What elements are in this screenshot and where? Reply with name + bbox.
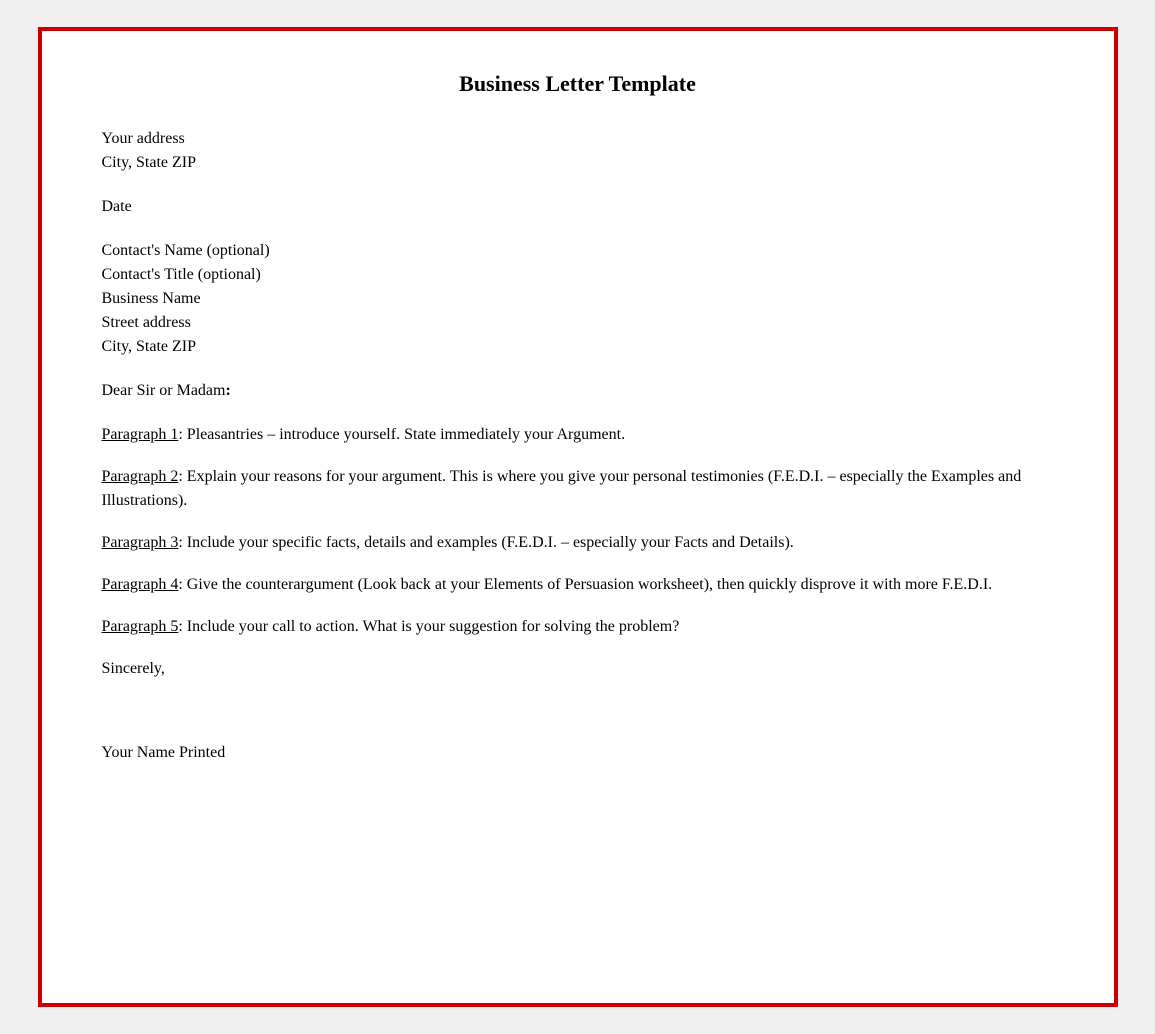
recipient-line5: City, State ZIP bbox=[102, 335, 1054, 359]
paragraph-5-label: Paragraph 5 bbox=[102, 618, 179, 635]
paragraph-5-block: Paragraph 5: Include your call to action… bbox=[102, 615, 1054, 639]
paragraph-2-text: : Explain your reasons for your argument… bbox=[102, 468, 1022, 509]
recipient-line1: Contact's Name (optional) bbox=[102, 239, 1054, 263]
paragraph-5-text: : Include your call to action. What is y… bbox=[178, 618, 679, 635]
closing-text: Sincerely, bbox=[102, 660, 165, 677]
recipient-line3: Business Name bbox=[102, 287, 1054, 311]
paragraph-3-block: Paragraph 3: Include your specific facts… bbox=[102, 531, 1054, 555]
letter-body: Your address City, State ZIP Date Contac… bbox=[102, 127, 1054, 765]
salutation-text: Dear Sir or Madam bbox=[102, 382, 226, 399]
paragraph-1-block: Paragraph 1: Pleasantries – introduce yo… bbox=[102, 423, 1054, 447]
address-line1: Your address bbox=[102, 127, 1054, 151]
date-block: Date bbox=[102, 195, 1054, 219]
paragraph-1-text: : Pleasantries – introduce yourself. Sta… bbox=[178, 426, 625, 443]
paragraph-3-label: Paragraph 3 bbox=[102, 534, 179, 551]
recipient-line4: Street address bbox=[102, 311, 1054, 335]
paragraph-2-block: Paragraph 2: Explain your reasons for yo… bbox=[102, 465, 1054, 513]
paragraph-4-label: Paragraph 4 bbox=[102, 576, 179, 593]
paragraph-4-block: Paragraph 4: Give the counterargument (L… bbox=[102, 573, 1054, 597]
letter-container: Business Letter Template Your address Ci… bbox=[38, 27, 1118, 1007]
address-line2: City, State ZIP bbox=[102, 151, 1054, 175]
signature-text: Your Name Printed bbox=[102, 744, 226, 761]
address-block: Your address City, State ZIP bbox=[102, 127, 1054, 175]
salutation-colon: : bbox=[225, 382, 230, 399]
signature-block: Your Name Printed bbox=[102, 741, 1054, 765]
closing-block: Sincerely, bbox=[102, 657, 1054, 681]
paragraph-3-text: : Include your specific facts, details a… bbox=[178, 534, 793, 551]
letter-title: Business Letter Template bbox=[102, 71, 1054, 97]
paragraph-1-label: Paragraph 1 bbox=[102, 426, 179, 443]
recipient-block: Contact's Name (optional) Contact's Titl… bbox=[102, 239, 1054, 359]
date-label: Date bbox=[102, 198, 132, 215]
paragraph-4-text: : Give the counterargument (Look back at… bbox=[178, 576, 992, 593]
paragraph-2-label: Paragraph 2 bbox=[102, 468, 179, 485]
page-wrapper: Business Letter Template Your address Ci… bbox=[0, 0, 1155, 1034]
recipient-line2: Contact's Title (optional) bbox=[102, 263, 1054, 287]
salutation: Dear Sir or Madam: bbox=[102, 379, 1054, 403]
